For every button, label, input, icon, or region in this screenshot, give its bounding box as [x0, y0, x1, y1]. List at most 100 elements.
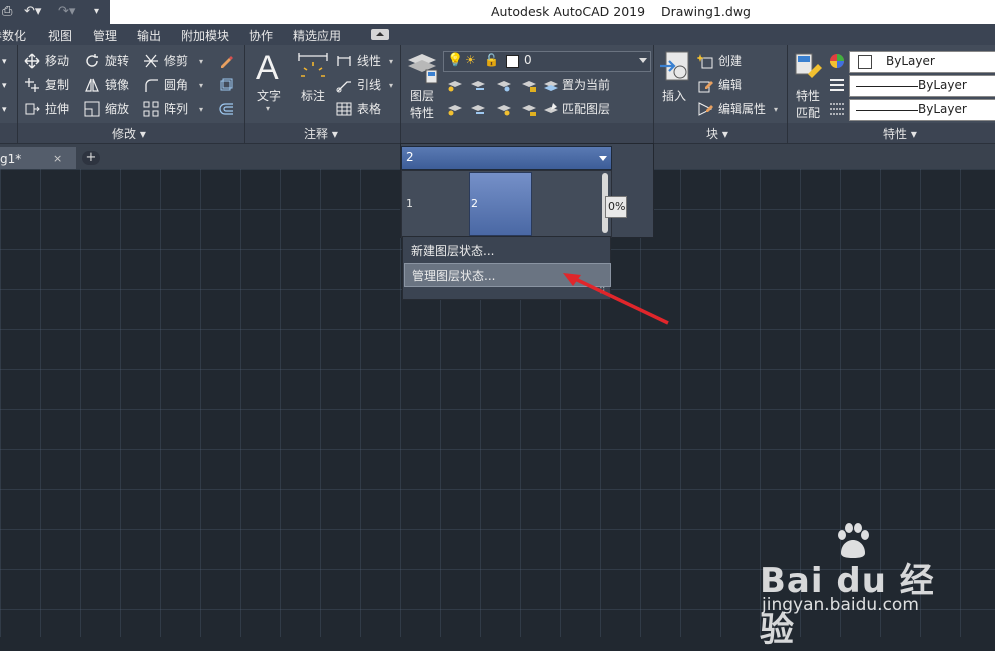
rotate-icon	[84, 53, 100, 69]
color-wheel-icon	[829, 53, 845, 69]
move-icon	[24, 53, 40, 69]
menu-output[interactable]: 输出	[137, 27, 161, 44]
block-panel-title[interactable]: 块 ▾	[706, 125, 728, 142]
match-properties-label-1[interactable]: 特性	[796, 88, 820, 104]
trim-icon	[143, 53, 159, 69]
layer-fade-percent[interactable]: 0%	[605, 196, 627, 218]
layer-tool-icon[interactable]	[521, 77, 537, 93]
print-icon[interactable]: ⎙	[2, 2, 12, 22]
sun-icon: ☀	[465, 53, 476, 67]
layer-tool-icon[interactable]	[470, 101, 486, 117]
layer-state-item-1[interactable]: 1	[406, 197, 413, 210]
insert-button[interactable]: 插入	[662, 88, 686, 104]
layer-tool-icon[interactable]	[521, 101, 537, 117]
file-tab-label: g1*	[0, 152, 22, 166]
edit-block-button[interactable]: 编辑	[718, 77, 742, 93]
linear-button[interactable]: 线性	[357, 53, 381, 69]
layer-state-item-2-label: 2	[471, 197, 478, 210]
color-dropdown[interactable]: ByLayer	[849, 51, 995, 73]
chevron-down-icon	[599, 156, 607, 161]
baidu-jingyan-watermark: Bai du 经验 jingyan.baidu.com	[760, 523, 960, 650]
trim-button[interactable]: 修剪	[164, 53, 188, 69]
set-current-button[interactable]: 置为当前	[562, 77, 610, 93]
copy-button[interactable]: 复制	[45, 77, 69, 93]
leader-icon	[336, 77, 352, 93]
chevron-down-icon	[639, 58, 647, 63]
modify-panel-title[interactable]: 修改 ▾	[112, 125, 146, 142]
ribbon-toggle-button[interactable]	[371, 29, 389, 40]
mirror-button[interactable]: 镜像	[105, 77, 129, 93]
ribbon-panel-titles	[0, 123, 995, 143]
array-button[interactable]: 阵列	[164, 101, 188, 117]
rotate-button[interactable]: 旋转	[105, 53, 129, 69]
layer-state-item-2[interactable]: 2	[469, 172, 532, 236]
undo-icon[interactable]: ↶▾	[24, 2, 41, 22]
menu-parametric[interactable]: 参数化	[0, 27, 26, 44]
table-icon	[336, 101, 352, 117]
close-icon[interactable]: ×	[53, 152, 62, 165]
layer-tool-icon[interactable]	[496, 101, 512, 117]
layer-state-selected: 2	[406, 150, 414, 164]
layer-properties-icon	[406, 50, 438, 86]
stretch-button[interactable]: 拉伸	[45, 101, 69, 117]
layer-color-swatch	[506, 55, 519, 68]
edit-attributes-button[interactable]: 编辑属性	[718, 101, 766, 117]
dimension-icon	[297, 52, 329, 84]
annotation-panel-title[interactable]: 注释 ▾	[304, 125, 338, 142]
layer-tool-icon[interactable]	[496, 77, 512, 93]
redo-icon[interactable]: ↷▾	[58, 2, 75, 22]
erase-icon[interactable]	[218, 53, 234, 69]
insert-block-icon	[658, 50, 690, 86]
dimension-button[interactable]: 标注	[301, 88, 325, 104]
lineweight-dropdown[interactable]: ByLayer	[849, 99, 995, 121]
file-tab-drawing1[interactable]: g1* ×	[0, 147, 76, 170]
move-button[interactable]: 移动	[45, 53, 69, 69]
edit-attributes-icon	[697, 101, 713, 117]
menu-addins[interactable]: 附加模块	[181, 27, 229, 44]
explode-icon[interactable]	[218, 77, 234, 93]
layer-properties-label-1[interactable]: 图层	[410, 88, 434, 104]
table-button[interactable]: 表格	[357, 101, 381, 117]
menu-featured-apps[interactable]: 精选应用	[293, 27, 341, 44]
unlock-icon: 🔓	[484, 53, 499, 67]
window-title: Autodesk AutoCAD 2019 Drawing1.dwg	[491, 4, 751, 19]
array-icon	[143, 101, 159, 117]
offset-icon[interactable]	[218, 101, 234, 117]
watermark-url: jingyan.baidu.com	[762, 595, 919, 615]
linear-icon	[336, 53, 352, 69]
leader-button[interactable]: 引线	[357, 77, 381, 93]
layer-tool-icon[interactable]	[447, 101, 463, 117]
title-bar: ⎙ ↶▾ ↷▾ ▾ Autodesk AutoCAD 2019 Drawing1…	[0, 0, 995, 25]
customize-qat-icon[interactable]: ▾	[94, 2, 99, 22]
menu-collaborate[interactable]: 协作	[249, 27, 273, 44]
lightbulb-icon: 💡	[447, 53, 464, 68]
new-layer-state-item[interactable]: 新建图层状态...	[404, 239, 609, 261]
fillet-button[interactable]: 圆角	[164, 77, 188, 93]
properties-panel-title[interactable]: 特性 ▾	[883, 125, 917, 142]
match-layer-icon	[543, 101, 559, 117]
color-value: ByLayer	[886, 54, 935, 68]
layer-tool-icon[interactable]	[447, 77, 463, 93]
match-layer-button[interactable]: 匹配图层	[562, 101, 610, 117]
menu-view[interactable]: 视图	[48, 27, 72, 44]
menu-manage[interactable]: 管理	[93, 27, 117, 44]
layer-tool-icon[interactable]	[470, 77, 486, 93]
stretch-icon	[24, 101, 40, 117]
text-icon: A	[256, 49, 279, 87]
new-tab-button[interactable]: +	[82, 151, 100, 165]
create-block-button[interactable]: 创建	[718, 53, 742, 69]
match-properties-icon	[794, 52, 824, 84]
scale-button[interactable]: 缩放	[105, 101, 129, 117]
layer-dropdown[interactable]: 💡 ☀ 🔓 0	[443, 51, 651, 72]
color-swatch	[858, 55, 872, 69]
fillet-icon	[143, 77, 159, 93]
layer-state-combo[interactable]: 2	[401, 146, 612, 170]
edit-block-icon	[697, 77, 713, 93]
copy-icon	[24, 77, 40, 93]
layer-properties-label-2[interactable]: 特性	[410, 105, 434, 121]
text-button[interactable]: 文字	[257, 88, 281, 104]
create-block-icon	[697, 53, 713, 69]
match-properties-label-2[interactable]: 匹配	[796, 105, 820, 121]
scale-icon	[84, 101, 100, 117]
linetype-dropdown[interactable]: ByLayer	[849, 75, 995, 97]
